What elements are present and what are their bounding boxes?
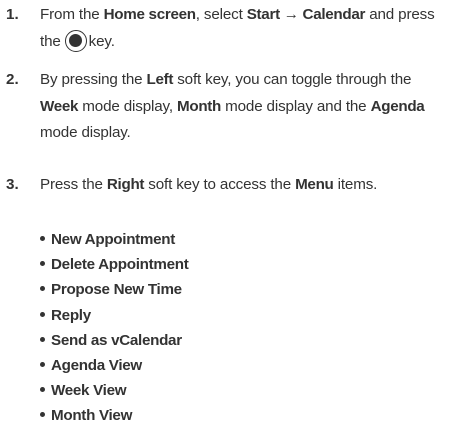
list-item-label: Reply [51, 306, 91, 324]
text: the [40, 32, 61, 50]
center-select-key-icon [64, 29, 87, 52]
text: soft key, you can toggle through the [173, 71, 412, 88]
list-item: Reply [40, 303, 188, 328]
list-item: Delete Appointment [40, 252, 189, 277]
text: By pressing the [40, 71, 147, 88]
step-number: 3. [6, 176, 19, 193]
bullet-icon [40, 261, 45, 267]
text: mode display, [78, 97, 177, 115]
text: mode display and the [221, 97, 371, 115]
text: key. [88, 32, 115, 50]
menu-label: Menu [295, 176, 334, 193]
right-key-label: Right [106, 176, 145, 193]
start-calendar-path: Start → Calendar [246, 6, 366, 23]
list-item: Month View [40, 403, 188, 428]
text: soft key to access the [144, 176, 296, 193]
list-item-label: Agenda View [51, 356, 142, 374]
text: and press [365, 6, 435, 23]
bullet-icon [40, 336, 45, 342]
list-item: Send as vCalendar [40, 328, 188, 353]
list-item-label: Send as vCalendar [51, 331, 182, 349]
key-dot-ring [66, 31, 84, 49]
bullet-icon [40, 311, 45, 317]
month-label: Month [176, 97, 222, 115]
list-item-label: Week View [51, 382, 127, 400]
list-item: New Appointment [40, 227, 188, 252]
list-item-label: New Appointment [51, 231, 176, 248]
step-1-line-1: From the Home screen, select Start → Cal… [40, 2, 460, 29]
step-number: 1. [6, 6, 19, 23]
step-text: By pressing the Left soft key, you can t… [40, 67, 460, 147]
text: , select [195, 6, 247, 23]
text: From the [40, 6, 104, 23]
left-key-label: Left [146, 71, 174, 88]
text: items. [333, 176, 378, 193]
list-item-label: Propose New Time [51, 281, 182, 299]
list-item: Week View [40, 378, 188, 403]
list-item: Propose New Time [40, 277, 188, 302]
step-1-line-2: the key. [40, 29, 460, 56]
agenda-label: Agenda [370, 97, 425, 115]
step-text: From the Home screen, select Start → Cal… [40, 2, 460, 55]
home-screen-label: Home screen [103, 6, 196, 23]
text: mode display. [40, 124, 131, 141]
bullet-icon [40, 361, 45, 367]
step-number: 2. [6, 71, 19, 88]
list-item: Agenda View [40, 353, 188, 378]
text: Press the [40, 176, 107, 193]
week-label: Week [40, 97, 79, 115]
bullet-icon [40, 412, 45, 418]
list-item-label: Month View [51, 407, 133, 425]
instructions-page: 1. From the Home screen, select Start → … [0, 0, 465, 428]
list-item-label: Delete Appointment [51, 256, 189, 274]
menu-items-list: New Appointment Delete Appointment Propo… [40, 227, 189, 429]
step-text: Press the Right soft key to access the M… [40, 172, 460, 199]
bullet-icon [40, 387, 45, 393]
bullet-icon [40, 286, 45, 292]
bullet-icon [40, 236, 45, 241]
